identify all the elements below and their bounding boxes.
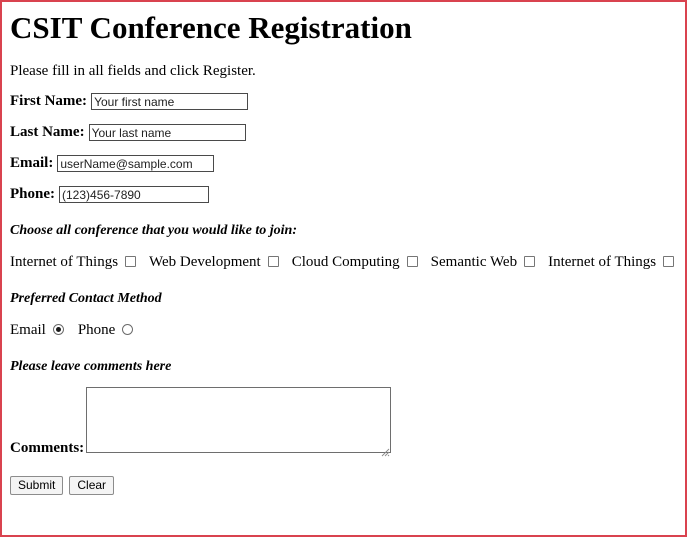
first-name-label: First Name: bbox=[10, 93, 88, 110]
contact-option-email-label: Email bbox=[10, 322, 46, 339]
email-label: Email: bbox=[10, 155, 54, 172]
contact-radio-row: Email Phone bbox=[10, 322, 679, 339]
first-name-input[interactable] bbox=[91, 93, 249, 111]
conference-option-0[interactable]: Internet of Things bbox=[10, 254, 137, 271]
submit-button[interactable]: Submit bbox=[10, 476, 64, 496]
checkbox-icon[interactable] bbox=[663, 256, 675, 268]
field-row-phone: Phone: bbox=[10, 186, 679, 204]
conference-section-heading: Choose all conference that you would lik… bbox=[10, 223, 298, 239]
conference-option-4[interactable]: Internet of Things bbox=[548, 254, 675, 271]
conference-option-0-label: Internet of Things bbox=[10, 254, 119, 271]
conference-option-1-label: Web Development bbox=[149, 254, 261, 271]
comments-label: Comments: bbox=[10, 440, 85, 457]
conference-option-3-label: Semantic Web bbox=[430, 254, 518, 271]
conference-option-4-label: Internet of Things bbox=[548, 254, 657, 271]
comments-textarea-wrapper bbox=[86, 387, 392, 458]
conference-option-2-label: Cloud Computing bbox=[291, 254, 400, 271]
contact-option-email[interactable]: Email bbox=[10, 322, 64, 339]
radio-unselected-icon[interactable] bbox=[122, 324, 134, 336]
intro-text: Please fill in all fields and click Regi… bbox=[10, 62, 256, 79]
contact-option-phone-label: Phone bbox=[77, 322, 116, 339]
registration-form-page: CSIT Conference Registration Please fill… bbox=[0, 0, 687, 537]
field-row-last-name: Last Name: bbox=[10, 124, 679, 142]
contact-option-phone[interactable]: Phone bbox=[78, 322, 134, 339]
phone-input[interactable] bbox=[59, 186, 209, 204]
email-input[interactable] bbox=[57, 155, 215, 173]
last-name-label: Last Name: bbox=[10, 124, 85, 141]
checkbox-icon[interactable] bbox=[267, 256, 279, 268]
button-row: Submit Clear bbox=[10, 476, 679, 496]
comments-section-heading: Please leave comments here bbox=[10, 359, 172, 375]
checkbox-icon[interactable] bbox=[125, 256, 137, 268]
conference-checkbox-row: Internet of Things Web Development Cloud… bbox=[10, 254, 679, 271]
clear-button[interactable]: Clear bbox=[69, 476, 115, 496]
conference-option-1[interactable]: Web Development bbox=[149, 254, 279, 271]
page-title: CSIT Conference Registration bbox=[10, 10, 412, 45]
contact-section-heading: Preferred Contact Method bbox=[10, 291, 162, 307]
checkbox-icon[interactable] bbox=[524, 256, 536, 268]
phone-label: Phone: bbox=[10, 186, 55, 203]
checkbox-icon[interactable] bbox=[406, 256, 418, 268]
field-row-email: Email: bbox=[10, 155, 679, 173]
field-row-first-name: First Name: bbox=[10, 93, 679, 111]
last-name-input[interactable] bbox=[88, 124, 246, 142]
conference-option-2[interactable]: Cloud Computing bbox=[292, 254, 418, 271]
comments-textarea[interactable] bbox=[86, 387, 392, 454]
comments-row: Comments: bbox=[10, 387, 679, 458]
conference-option-3[interactable]: Semantic Web bbox=[430, 254, 536, 271]
radio-selected-icon[interactable] bbox=[52, 324, 64, 336]
